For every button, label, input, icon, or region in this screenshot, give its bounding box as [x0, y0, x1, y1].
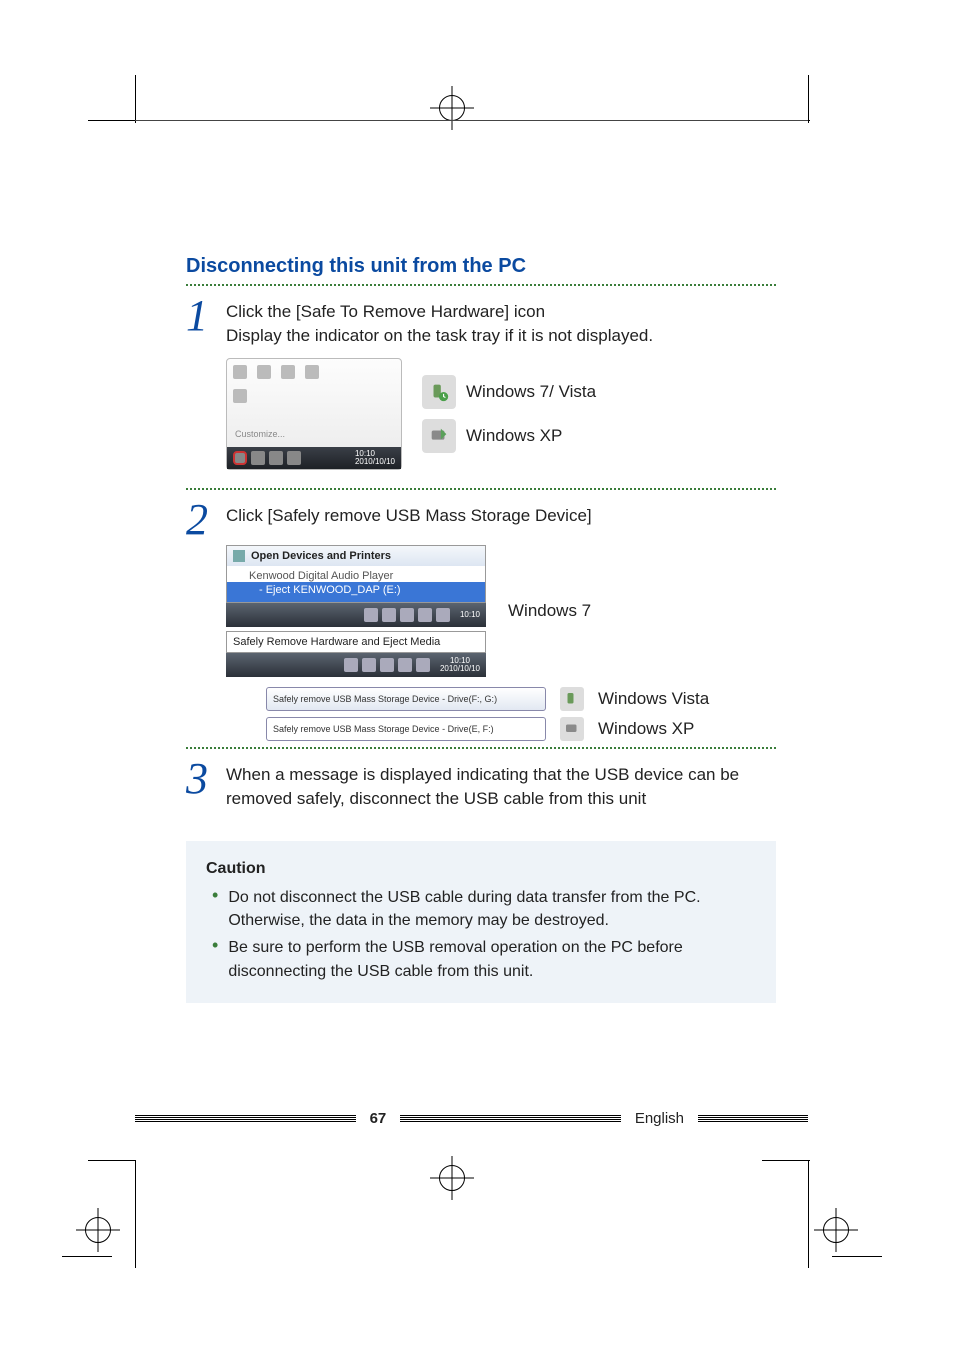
menu-row-device: Kenwood Digital Audio Player: [227, 566, 485, 582]
safely-remove-icon: [560, 687, 584, 711]
crop-mark: [762, 1160, 810, 1161]
xp-balloon-screenshot: Safely remove USB Mass Storage Device - …: [266, 717, 546, 741]
crop-mark: [135, 1208, 136, 1268]
eject-tooltip: Safely Remove Hardware and Eject Media: [226, 631, 486, 653]
label-windows-vista: Windows Vista: [598, 689, 709, 709]
step-number: 2: [186, 500, 226, 540]
caution-box: Caution Do not disconnect the USB cable …: [186, 841, 776, 1003]
step-1: 1 Click the [Safe To Remove Hardware] ic…: [186, 296, 776, 348]
caution-item-2: Be sure to perform the USB removal opera…: [228, 936, 756, 982]
crop-mark: [808, 75, 809, 123]
menu-row-eject: - Eject KENWOOD_DAP (E:): [227, 582, 485, 602]
tray-date: 2010/10/10: [355, 458, 395, 466]
step1-line2: Display the indicator on the task tray i…: [226, 324, 776, 348]
caution-item-1: Do not disconnect the USB cable during d…: [228, 886, 756, 932]
crop-mark: [135, 1160, 136, 1208]
crop-mark: [832, 1256, 882, 1257]
step-3: 3 When a message is displayed indicating…: [186, 759, 776, 811]
os-label-xp: Windows XP: [466, 426, 562, 446]
tray-highlighted-icon: [233, 451, 247, 465]
safely-remove-icon-win7: [422, 375, 456, 409]
win7-taskbar-time1: 10:10: [460, 611, 480, 619]
safely-remove-icon: [560, 717, 584, 741]
separator: [186, 284, 776, 286]
safely-remove-icon-xp: [422, 419, 456, 453]
page-language: English: [635, 1110, 684, 1127]
caution-title: Caution: [206, 857, 756, 880]
vista-balloon-screenshot: Safely remove USB Mass Storage Device - …: [266, 687, 546, 711]
label-windows-xp: Windows XP: [598, 719, 694, 739]
separator: [186, 488, 776, 490]
crop-mark: [135, 75, 136, 123]
section-heading: Disconnecting this unit from the PC: [186, 255, 776, 278]
step1-figure-row: Customize... 10:10 2010/10/10 Windows 7/…: [226, 358, 776, 470]
step-number: 3: [186, 759, 226, 799]
tray-customize-label: Customize...: [235, 429, 285, 439]
crop-mark: [808, 1160, 809, 1208]
separator: [186, 747, 776, 749]
crop-mark: [88, 1160, 136, 1161]
win7-eject-menu-screenshot: Open Devices and Printers Kenwood Digita…: [226, 545, 486, 603]
page-footer: 67 English: [135, 1110, 808, 1127]
step-number: 1: [186, 296, 226, 336]
page-number: 67: [370, 1110, 387, 1127]
step3-text: When a message is displayed indicating t…: [226, 763, 776, 811]
win7-taskbar-screenshot: 10:10: [226, 603, 486, 627]
label-windows7: Windows 7: [508, 601, 591, 621]
tray-popup-screenshot: Customize... 10:10 2010/10/10: [226, 358, 402, 470]
step-2: 2 Click [Safely remove USB Mass Storage …: [186, 500, 776, 540]
crop-mark: [808, 1208, 809, 1268]
win7-taskbar-screenshot-2: 10:10 2010/10/10: [226, 653, 486, 677]
win7-taskbar-date2: 2010/10/10: [440, 665, 480, 673]
menu-header: Open Devices and Printers: [251, 550, 391, 562]
crop-mark: [88, 120, 136, 121]
os-label-win7vista: Windows 7/ Vista: [466, 382, 596, 402]
crop-mark: [62, 1256, 112, 1257]
step2-line1: Click [Safely remove USB Mass Storage De…: [226, 504, 776, 528]
step1-line1: Click the [Safe To Remove Hardware] icon: [226, 300, 776, 324]
